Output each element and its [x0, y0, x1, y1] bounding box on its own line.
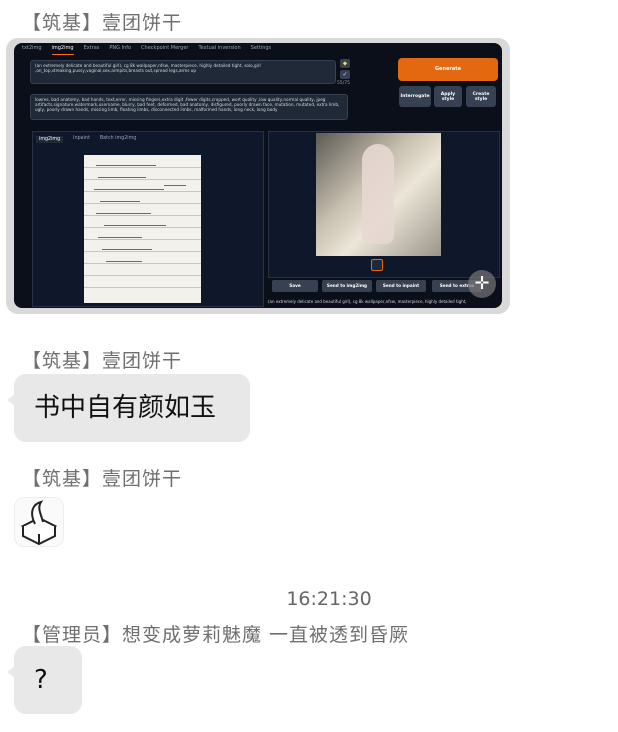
tab-png-info: PNG Info [109, 45, 132, 51]
expand-icon: ✛ [468, 270, 496, 298]
generate-button: Generate [398, 58, 498, 81]
apply-style-button: Apply style [434, 86, 462, 107]
interrogate-button: Interrogate [399, 86, 431, 107]
subtab-inpaint: Inpaint [73, 136, 90, 141]
tab-txt2img: txt2img [22, 45, 42, 51]
tab-settings: Settings [250, 45, 272, 51]
webui-tabs: txt2img img2img Extras PNG Info Checkpoi… [22, 45, 271, 55]
save-button: Save [272, 280, 318, 292]
token-count: 55/75 [337, 81, 350, 86]
img2img-subtabs: img2img Inpaint Batch img2img [36, 136, 136, 143]
message-bubble[interactable]: 书中自有颜如玉 [7, 374, 250, 442]
prompt-box: (an extremely delicate and beautiful gir… [30, 60, 336, 84]
message-bubble[interactable]: ? [7, 646, 82, 714]
message-timestamp: 16:21:30 [286, 588, 372, 610]
subtab-batch: Batch img2img [99, 136, 137, 141]
send-to-inpaint-button: Send to inpaint [376, 280, 426, 292]
tab-extras: Extras [83, 45, 100, 51]
tissue-box-icon[interactable] [14, 497, 64, 547]
webui-screenshot: txt2img img2img Extras PNG Info Checkpoi… [14, 43, 502, 308]
subtab-img2img: img2img [36, 136, 64, 143]
message-text: ? [34, 665, 48, 695]
tab-img2img: img2img [51, 45, 74, 55]
shared-screenshot-image[interactable]: txt2img img2img Extras PNG Info Checkpoi… [6, 38, 510, 314]
notebook-photo [84, 155, 201, 303]
output-caption: (an extremely delicate and beautiful gir… [268, 299, 467, 304]
sender-name: 【筑基】壹团饼干 [22, 468, 183, 490]
check-icon: ✓ [340, 70, 350, 79]
sender-name: 【筑基】壹团饼干 [22, 350, 183, 372]
sender-name: 【筑基】壹团饼干 [22, 12, 183, 34]
negative-prompt-box: lowres, bad anatomy, bad hands, text,err… [30, 94, 348, 120]
tab-textual-inversion: Textual inversion [198, 45, 241, 51]
tab-checkpoint-merger: Checkpoint Merger [141, 45, 189, 51]
paste-icon: ⬥ [340, 59, 350, 68]
send-to-img2img-button: Send to img2img [322, 280, 372, 292]
message-text: 书中自有颜如玉 [34, 393, 217, 423]
create-style-button: Create style [466, 86, 496, 107]
generated-figure [362, 144, 394, 244]
output-thumbnail [371, 259, 383, 271]
sender-name: 【管理员】想变成萝莉魅魔 一直被透到昏厥 [22, 624, 410, 646]
